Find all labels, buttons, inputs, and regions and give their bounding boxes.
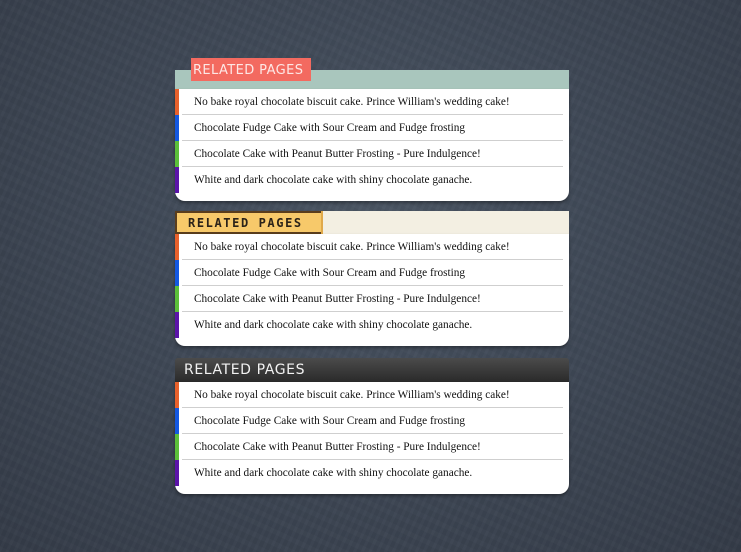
related-pages-list: No bake royal chocolate biscuit cake. Pr… xyxy=(175,382,569,494)
related-page-link[interactable]: White and dark chocolate cake with shiny… xyxy=(175,460,569,486)
related-page-link[interactable]: Chocolate Cake with Peanut Butter Frosti… xyxy=(175,286,569,312)
color-bar-green xyxy=(175,286,179,312)
color-bar-orange xyxy=(175,89,179,115)
widget-header: RELATED PAGES xyxy=(175,358,569,382)
related-page-link[interactable]: White and dark chocolate cake with shiny… xyxy=(175,312,569,338)
widget-title: RELATED PAGES xyxy=(184,362,306,378)
related-page-link-text[interactable]: Chocolate Fudge Cake with Sour Cream and… xyxy=(194,267,465,279)
related-page-link-text[interactable]: Chocolate Fudge Cake with Sour Cream and… xyxy=(194,122,465,134)
related-page-link[interactable]: No bake royal chocolate biscuit cake. Pr… xyxy=(175,382,569,408)
related-page-link-text[interactable]: Chocolate Cake with Peanut Butter Frosti… xyxy=(194,148,481,160)
related-page-link[interactable]: Chocolate Fudge Cake with Sour Cream and… xyxy=(175,408,569,434)
related-pages-widget-coral: RELATED PAGES No bake royal chocolate bi… xyxy=(175,58,569,201)
color-bar-orange xyxy=(175,382,179,408)
related-page-link-text[interactable]: Chocolate Cake with Peanut Butter Frosti… xyxy=(194,441,481,453)
related-page-link-text[interactable]: Chocolate Cake with Peanut Butter Frosti… xyxy=(194,293,481,305)
color-bar-purple xyxy=(175,312,179,338)
related-page-link[interactable]: No bake royal chocolate biscuit cake. Pr… xyxy=(175,234,569,260)
widget-header: RELATED PAGES xyxy=(175,211,569,234)
related-page-link[interactable]: No bake royal chocolate biscuit cake. Pr… xyxy=(175,89,569,115)
color-bar-purple xyxy=(175,167,179,193)
color-bar-blue xyxy=(175,115,179,141)
related-page-link-text[interactable]: No bake royal chocolate biscuit cake. Pr… xyxy=(194,389,510,401)
color-bar-blue xyxy=(175,260,179,286)
related-page-link[interactable]: White and dark chocolate cake with shiny… xyxy=(175,167,569,193)
related-pages-list: No bake royal chocolate biscuit cake. Pr… xyxy=(175,89,569,201)
widget-title: RELATED PAGES xyxy=(175,211,323,234)
related-page-link-text[interactable]: Chocolate Fudge Cake with Sour Cream and… xyxy=(194,415,465,427)
related-page-link-text[interactable]: White and dark chocolate cake with shiny… xyxy=(194,319,472,331)
color-bar-green xyxy=(175,434,179,460)
related-pages-list: No bake royal chocolate biscuit cake. Pr… xyxy=(175,234,569,346)
color-bar-blue xyxy=(175,408,179,434)
related-page-link-text[interactable]: No bake royal chocolate biscuit cake. Pr… xyxy=(194,96,510,108)
related-page-link-text[interactable]: White and dark chocolate cake with shiny… xyxy=(194,174,472,186)
related-page-link[interactable]: Chocolate Fudge Cake with Sour Cream and… xyxy=(175,260,569,286)
related-pages-widget-dark: RELATED PAGES No bake royal chocolate bi… xyxy=(175,358,569,494)
tab-edge xyxy=(321,211,323,234)
related-page-link[interactable]: Chocolate Cake with Peanut Butter Frosti… xyxy=(175,141,569,167)
related-page-link-text[interactable]: No bake royal chocolate biscuit cake. Pr… xyxy=(194,241,510,253)
widget-header: RELATED PAGES xyxy=(175,58,569,89)
related-page-link-text[interactable]: White and dark chocolate cake with shiny… xyxy=(194,467,472,479)
color-bar-purple xyxy=(175,460,179,486)
color-bar-orange xyxy=(175,234,179,260)
widget-title: RELATED PAGES xyxy=(191,58,311,81)
related-pages-widget-yellow: RELATED PAGES No bake royal chocolate bi… xyxy=(175,211,569,346)
related-page-link[interactable]: Chocolate Fudge Cake with Sour Cream and… xyxy=(175,115,569,141)
color-bar-green xyxy=(175,141,179,167)
related-page-link[interactable]: Chocolate Cake with Peanut Butter Frosti… xyxy=(175,434,569,460)
